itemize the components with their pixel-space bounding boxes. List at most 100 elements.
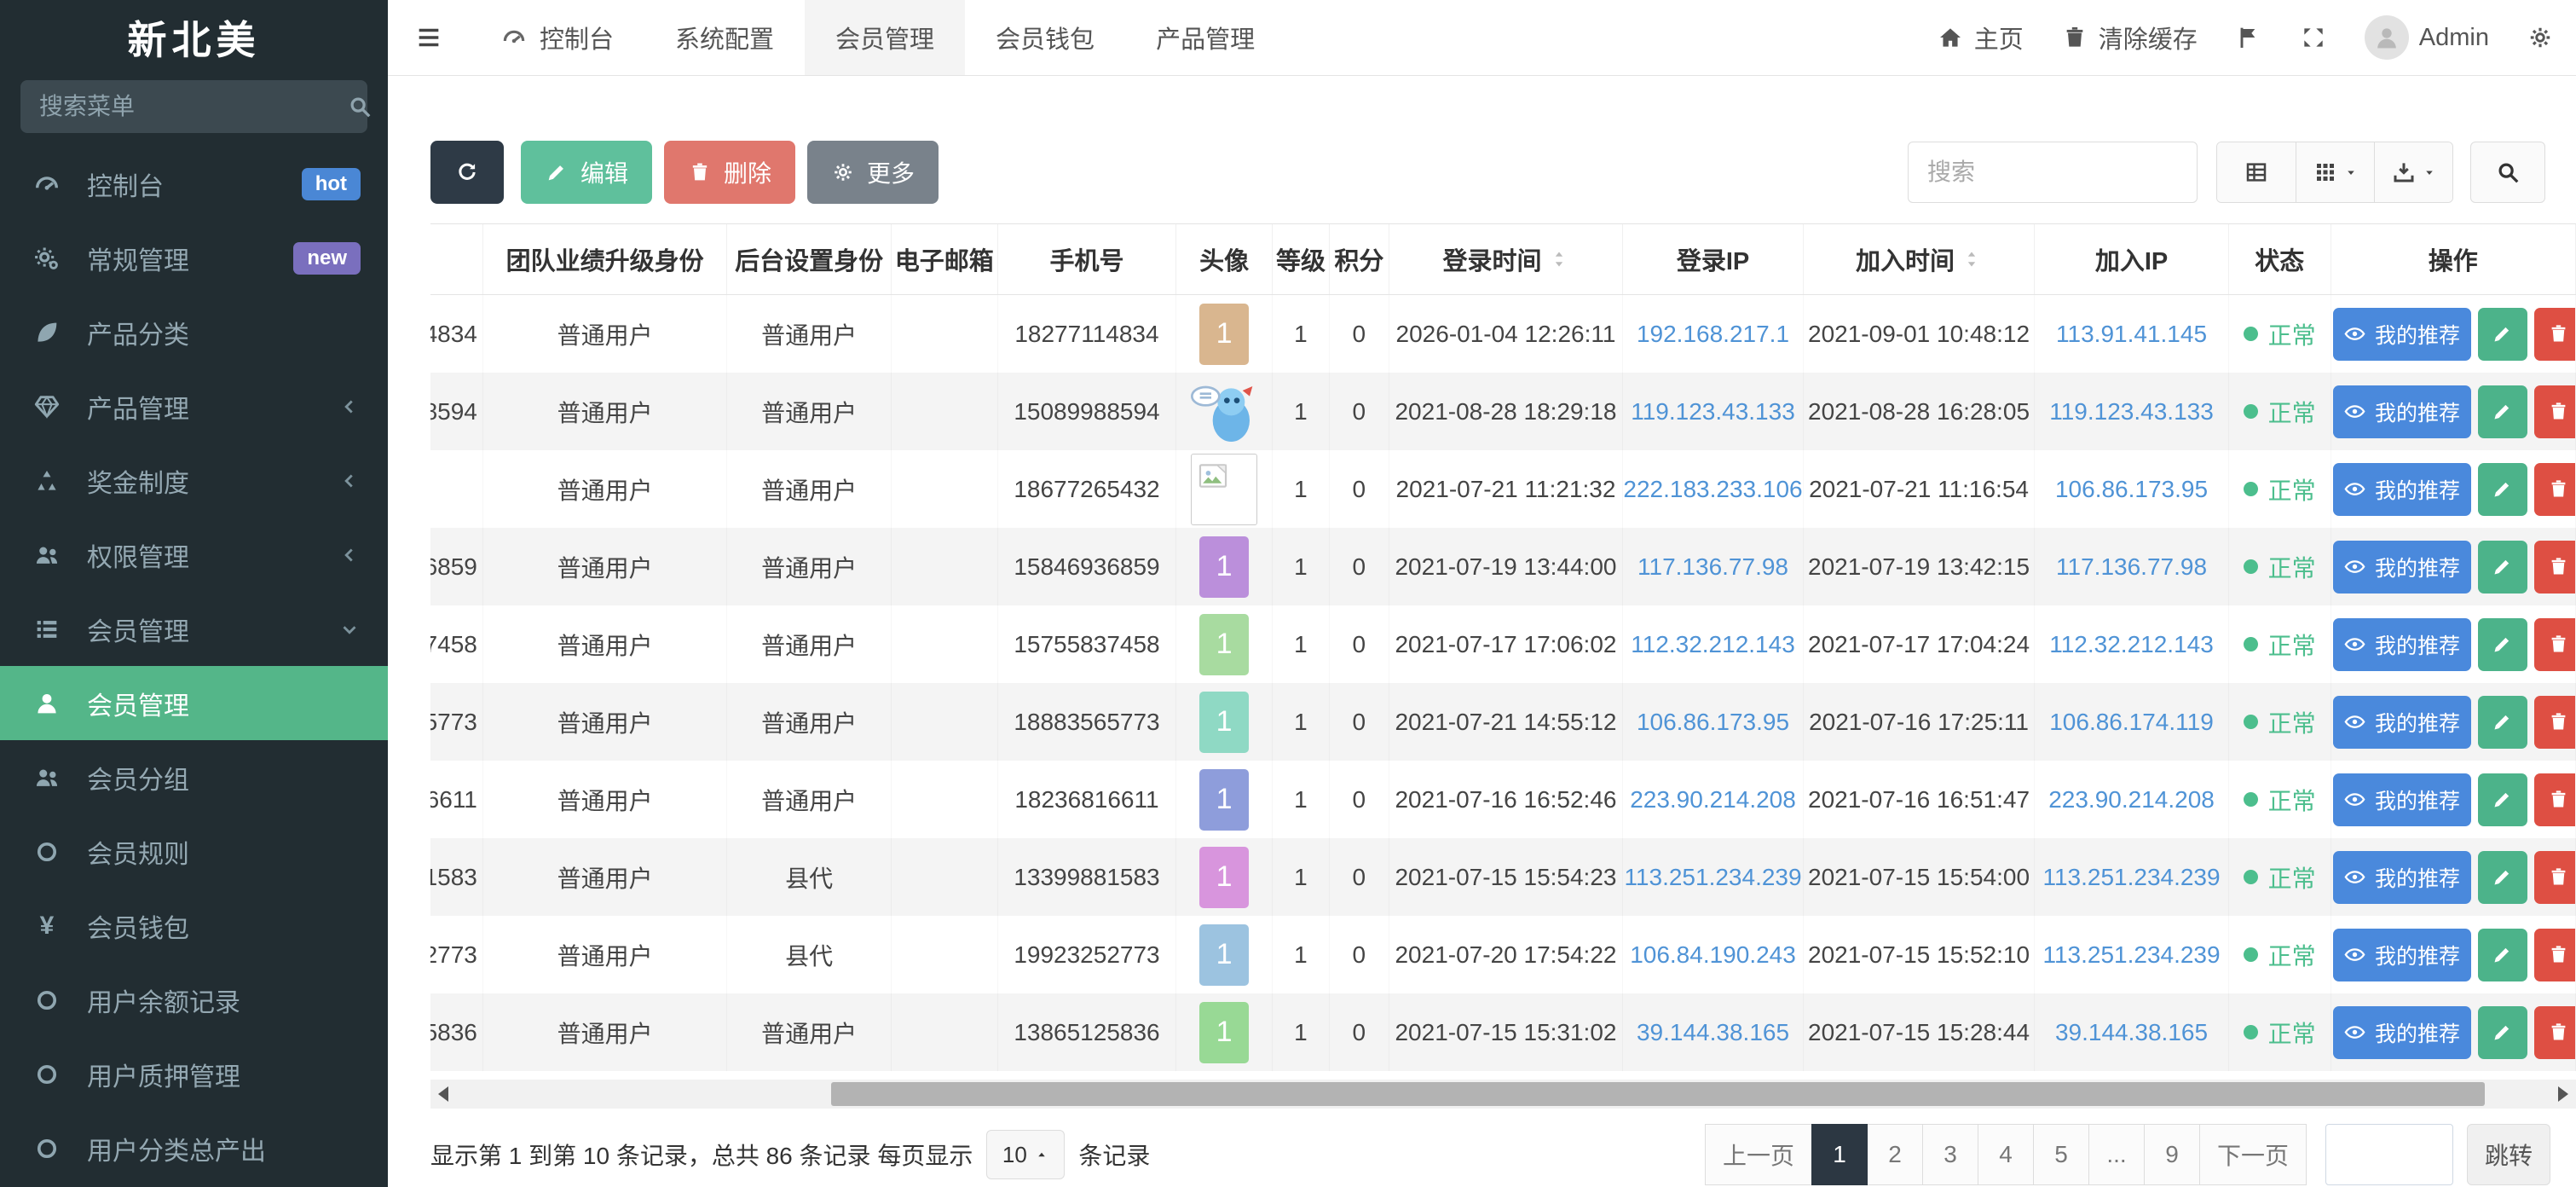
edit-button[interactable]: 编辑 <box>521 141 652 204</box>
tab-会员钱包[interactable]: 会员钱包 <box>965 0 1125 75</box>
login-ip-link[interactable]: 117.136.77.98 <box>1637 553 1788 581</box>
join-ip-link[interactable]: 112.32.212.143 <box>2049 631 2214 658</box>
tab-会员管理[interactable]: 会员管理 <box>805 0 965 75</box>
column-header[interactable]: 登录时间 <box>1389 224 1623 294</box>
expand-button[interactable] <box>2300 24 2327 51</box>
table-row[interactable]: 6611普通用户普通用户182368166111102021-07-16 16:… <box>430 761 2576 838</box>
tab-控制台[interactable]: 控制台 <box>470 0 644 75</box>
row-edit-button[interactable] <box>2478 463 2527 516</box>
login-ip-link[interactable]: 39.144.38.165 <box>1637 1019 1789 1046</box>
row-edit-button[interactable] <box>2478 773 2527 826</box>
table-search-input[interactable] <box>1908 142 2198 203</box>
row-delete-button[interactable] <box>2534 929 2576 981</box>
tab-产品管理[interactable]: 产品管理 <box>1125 0 1285 75</box>
hamburger-menu-icon[interactable] <box>388 0 470 75</box>
page-button-下一页[interactable]: 下一页 <box>2199 1124 2307 1185</box>
jump-button[interactable]: 跳转 <box>2467 1124 2550 1185</box>
column-header[interactable]: 手机号 <box>998 224 1177 294</box>
join-ip-link[interactable]: 113.251.234.239 <box>2042 864 2220 891</box>
table-row[interactable]: 8594普通用户普通用户15089988594102021-08-28 18:2… <box>430 373 2576 450</box>
row-delete-button[interactable] <box>2534 1006 2576 1059</box>
column-header[interactable]: 登录IP <box>1623 224 1804 294</box>
my-referrals-button[interactable]: 我的推荐 <box>2333 541 2471 594</box>
page-button-9[interactable]: 9 <box>2144 1124 2200 1185</box>
login-ip-link[interactable]: 112.32.212.143 <box>1631 631 1795 658</box>
sidebar-item[interactable]: 权限管理 <box>0 518 388 592</box>
row-edit-button[interactable] <box>2478 696 2527 749</box>
column-header[interactable]: 操作 <box>2331 224 2576 294</box>
page-button-3[interactable]: 3 <box>1922 1124 1978 1185</box>
login-ip-link[interactable]: 192.168.217.1 <box>1637 321 1789 348</box>
scrollbar-thumb[interactable] <box>831 1082 2485 1106</box>
join-ip-link[interactable]: 223.90.214.208 <box>2048 786 2215 814</box>
table-row[interactable]: 1583普通用户县代133998815831102021-07-15 15:54… <box>430 838 2576 916</box>
sidebar-item[interactable]: 奖金制度 <box>0 443 388 518</box>
sidebar-item[interactable]: 产品管理 <box>0 369 388 443</box>
table-row[interactable]: 4834普通用户普通用户182771148341102026-01-04 12:… <box>430 295 2576 373</box>
join-ip-link[interactable]: 119.123.43.133 <box>2049 398 2214 426</box>
row-edit-button[interactable] <box>2478 385 2527 438</box>
sidebar-item[interactable]: 用户质押管理 <box>0 1037 388 1111</box>
column-header[interactable]: 状态 <box>2229 224 2331 294</box>
login-ip-link[interactable]: 222.183.233.106 <box>1623 476 1802 503</box>
row-delete-button[interactable] <box>2534 308 2576 361</box>
join-ip-link[interactable]: 117.136.77.98 <box>2056 553 2207 581</box>
join-ip-link[interactable]: 106.86.174.119 <box>2049 709 2214 736</box>
horizontal-scrollbar[interactable] <box>430 1080 2576 1109</box>
columns-button[interactable] <box>2296 142 2374 202</box>
sidebar-item[interactable]: 用户分类总产出 <box>0 1111 388 1185</box>
login-ip-link[interactable]: 113.251.234.239 <box>1624 864 1801 891</box>
login-ip-link[interactable]: 106.86.173.95 <box>1637 709 1789 736</box>
column-header[interactable]: 后台设置身份 <box>727 224 892 294</box>
row-edit-button[interactable] <box>2478 851 2527 904</box>
清除缓存-link[interactable]: 清除缓存 <box>2061 20 2198 55</box>
join-ip-link[interactable]: 39.144.38.165 <box>2055 1019 2208 1046</box>
refresh-button[interactable] <box>430 141 504 204</box>
my-referrals-button[interactable]: 我的推荐 <box>2333 696 2471 749</box>
delete-button[interactable]: 删除 <box>664 141 795 204</box>
column-header[interactable] <box>430 224 483 294</box>
row-edit-button[interactable] <box>2478 1006 2527 1059</box>
scrollbar-track[interactable] <box>456 1080 2550 1109</box>
page-button-上一页[interactable]: 上一页 <box>1705 1124 1812 1185</box>
table-row[interactable]: 2773普通用户县代199232527731102021-07-20 17:54… <box>430 916 2576 993</box>
my-referrals-button[interactable]: 我的推荐 <box>2333 385 2471 438</box>
主页-link[interactable]: 主页 <box>1937 20 2024 55</box>
login-ip-link[interactable]: 106.84.190.243 <box>1630 941 1796 969</box>
column-header[interactable]: 加入时间 <box>1804 224 2035 294</box>
sidebar-item[interactable]: 产品分类 <box>0 295 388 369</box>
row-edit-button[interactable] <box>2478 929 2527 981</box>
sidebar-item[interactable]: 常规管理new <box>0 221 388 295</box>
sidebar-item[interactable]: 会员规则 <box>0 814 388 889</box>
my-referrals-button[interactable]: 我的推荐 <box>2333 773 2471 826</box>
column-header[interactable]: 电子邮箱 <box>892 224 998 294</box>
flag-button[interactable] <box>2235 24 2262 51</box>
my-referrals-button[interactable]: 我的推荐 <box>2333 308 2471 361</box>
tab-系统配置[interactable]: 系统配置 <box>644 0 805 75</box>
page-size-select[interactable]: 10 <box>986 1130 1065 1179</box>
row-delete-button[interactable] <box>2534 696 2576 749</box>
pagination-toggle-button[interactable] <box>2217 142 2296 202</box>
jump-page-input[interactable] <box>2325 1124 2453 1185</box>
search-submit-button[interactable] <box>2470 142 2545 203</box>
join-ip-link[interactable]: 106.86.173.95 <box>2055 476 2208 503</box>
gear-button[interactable] <box>2527 24 2554 51</box>
join-ip-link[interactable]: 113.91.41.145 <box>2056 321 2207 348</box>
page-button-5[interactable]: 5 <box>2033 1124 2089 1185</box>
scroll-left-icon[interactable] <box>430 1086 456 1102</box>
row-delete-button[interactable] <box>2534 773 2576 826</box>
export-button[interactable] <box>2374 142 2452 202</box>
my-referrals-button[interactable]: 我的推荐 <box>2333 463 2471 516</box>
page-button-2[interactable]: 2 <box>1867 1124 1923 1185</box>
row-delete-button[interactable] <box>2534 541 2576 594</box>
more-button[interactable]: 更多 <box>807 141 939 204</box>
my-referrals-button[interactable]: 我的推荐 <box>2333 618 2471 671</box>
row-edit-button[interactable] <box>2478 308 2527 361</box>
scroll-right-icon[interactable] <box>2550 1086 2576 1102</box>
row-edit-button[interactable] <box>2478 618 2527 671</box>
page-button-4[interactable]: 4 <box>1978 1124 2034 1185</box>
sidebar-search-input[interactable] <box>39 93 347 120</box>
join-ip-link[interactable]: 113.251.234.239 <box>2042 941 2220 969</box>
my-referrals-button[interactable]: 我的推荐 <box>2333 851 2471 904</box>
row-delete-button[interactable] <box>2534 851 2576 904</box>
